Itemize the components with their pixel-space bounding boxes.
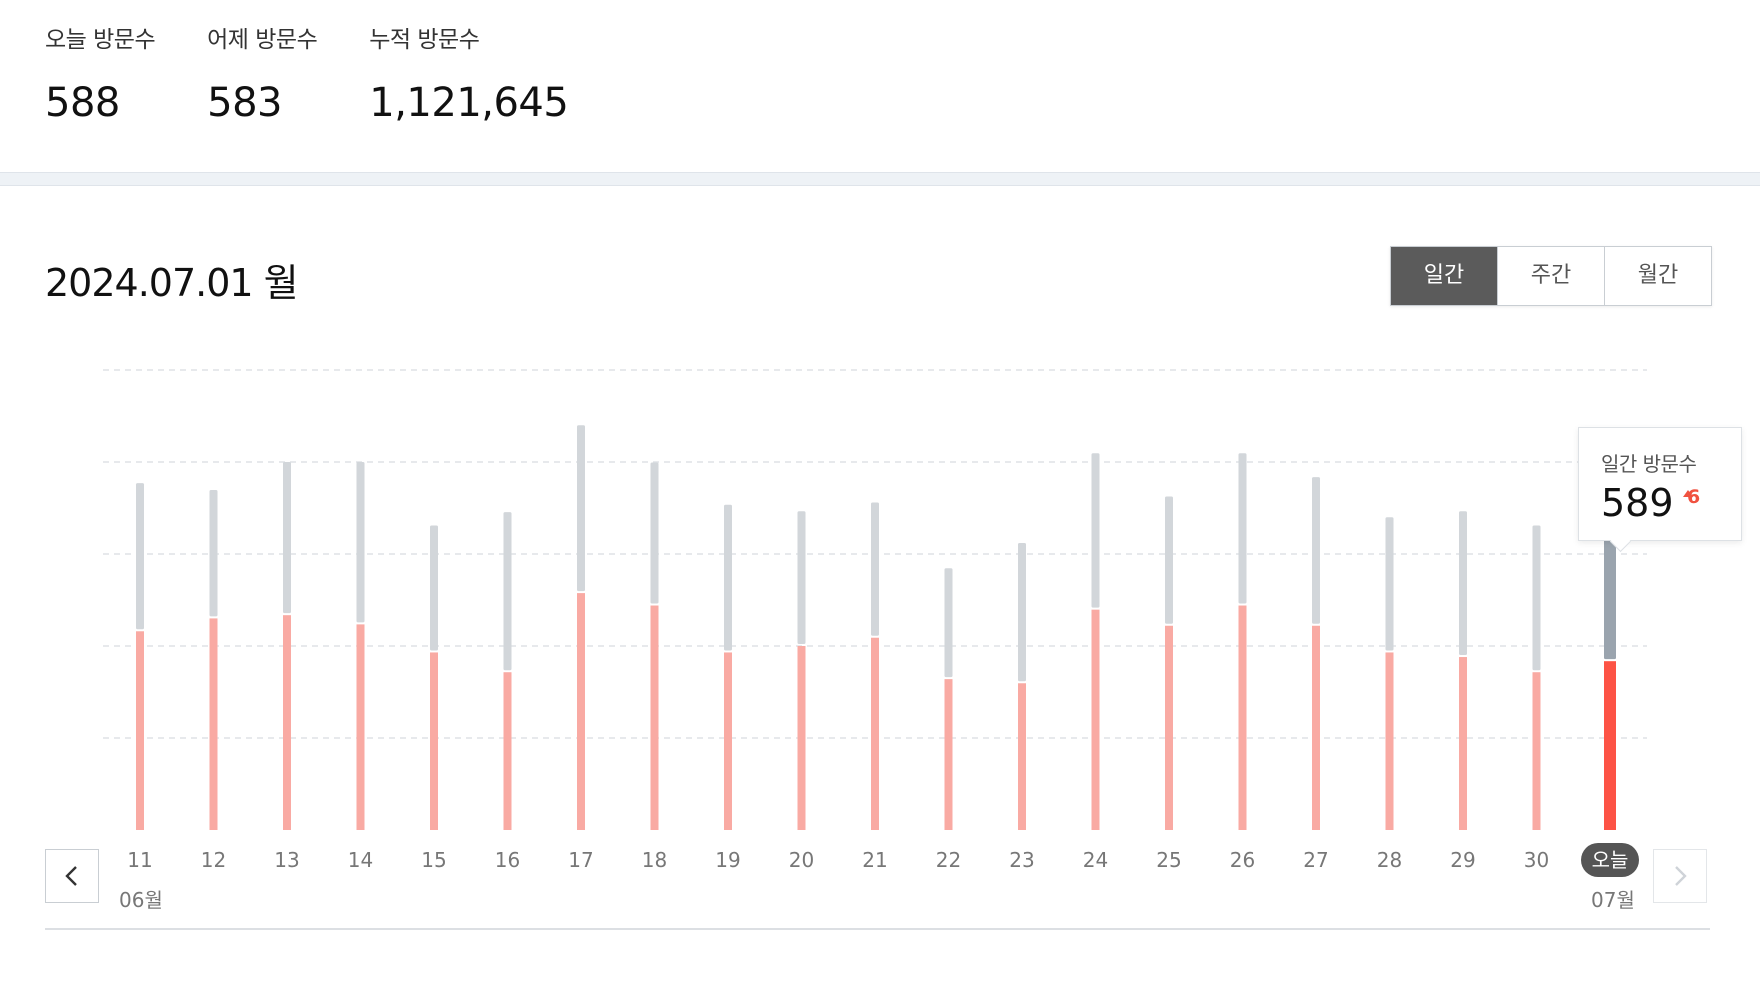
bar-visitors[interactable] — [797, 511, 806, 644]
stats-summary: 오늘 방문수 588 어제 방문수 583 누적 방문수 1,121,645 — [45, 24, 569, 127]
bar-visitors[interactable] — [871, 502, 879, 636]
bar-visitors[interactable] — [430, 525, 438, 651]
bar-page-views[interactable] — [1385, 652, 1394, 830]
bar-visitors[interactable] — [283, 462, 291, 614]
tab-daily[interactable]: 일간 — [1391, 247, 1497, 305]
bar-visitors[interactable] — [136, 483, 144, 630]
tooltip-label: 일간 방문수 — [1601, 452, 1697, 476]
x-tick-label[interactable]: 오늘 — [1592, 848, 1629, 872]
tooltip-change: 6 — [1687, 486, 1701, 508]
bar-page-views[interactable] — [577, 593, 585, 830]
yesterday-visits-stat: 어제 방문수 583 — [207, 24, 318, 127]
month-label-end: 07월 — [1591, 888, 1635, 912]
section-divider — [0, 172, 1760, 186]
bar-page-views[interactable] — [1238, 605, 1247, 830]
x-tick-label[interactable]: 15 — [421, 848, 446, 872]
bar-page-views[interactable] — [1532, 672, 1541, 830]
x-tick-label[interactable]: 18 — [642, 848, 667, 872]
x-tick-label[interactable]: 12 — [201, 848, 226, 872]
x-tick-label[interactable]: 13 — [274, 848, 299, 872]
x-tick-label[interactable]: 19 — [715, 848, 740, 872]
bar-page-views[interactable] — [944, 679, 953, 830]
bar-page-views[interactable] — [871, 637, 879, 830]
x-tick-label[interactable]: 23 — [1009, 848, 1034, 872]
x-tick-label[interactable]: 16 — [495, 848, 520, 872]
bar-visitors[interactable] — [577, 425, 585, 592]
bar-page-views[interactable] — [430, 652, 438, 830]
bar-page-views[interactable] — [136, 631, 144, 830]
x-tick-label[interactable]: 14 — [348, 848, 373, 872]
x-tick-label[interactable]: 25 — [1156, 848, 1181, 872]
stat-value: 1,121,645 — [369, 80, 569, 126]
bar-page-views[interactable] — [1018, 683, 1026, 830]
bar-visitors[interactable] — [1018, 542, 1026, 682]
bar-page-views[interactable] — [356, 624, 365, 830]
x-tick-label[interactable]: 21 — [862, 848, 887, 872]
bar-visitors[interactable] — [209, 490, 218, 617]
stat-value: 583 — [207, 80, 282, 126]
bar-page-views[interactable] — [1312, 625, 1320, 830]
bar-visitors[interactable] — [724, 504, 732, 651]
daily-visits-chart: 11 12 13 14 15 16 17 18 19 20 21 22 23 24 25 26 27 28 29 30… — [103, 369, 1647, 877]
x-tick-label[interactable]: 28 — [1377, 848, 1402, 872]
bar-page-views[interactable] — [1091, 609, 1100, 830]
x-tick-label[interactable]: 20 — [789, 848, 814, 872]
bar-page-views[interactable] — [1604, 661, 1616, 830]
stat-value: 588 — [45, 80, 120, 126]
bar-page-views[interactable] — [1165, 625, 1173, 830]
selected-date-title: 2024.07.01 월 — [45, 261, 299, 305]
daily-visits-tooltip: 일간 방문수 589 6 — [1578, 427, 1742, 541]
x-tick-label[interactable]: 17 — [568, 848, 593, 872]
tooltip-value: 589 — [1601, 481, 1674, 525]
bar-visitors[interactable] — [1459, 511, 1467, 656]
bar-visitors[interactable] — [1385, 517, 1394, 651]
next-period-button[interactable] — [1653, 849, 1707, 903]
chevron-left-icon — [65, 866, 77, 886]
chevron-right-icon — [1675, 866, 1687, 886]
bar-visitors[interactable] — [944, 568, 953, 678]
total-visits-stat: 누적 방문수 1,121,645 — [369, 24, 569, 127]
stat-label: 어제 방문수 — [207, 27, 318, 53]
bar-visitors[interactable] — [1091, 453, 1100, 608]
bar-page-views[interactable] — [283, 615, 291, 830]
bar-page-views[interactable] — [724, 652, 732, 830]
bar-visitors[interactable] — [1238, 453, 1247, 604]
x-tick-label[interactable]: 27 — [1303, 848, 1328, 872]
prev-period-button[interactable] — [45, 849, 99, 903]
x-tick-label[interactable]: 24 — [1083, 848, 1108, 872]
tab-weekly[interactable]: 주간 — [1497, 247, 1604, 305]
bar-page-views[interactable] — [503, 672, 512, 830]
x-tick-label[interactable]: 29 — [1450, 848, 1475, 872]
tab-monthly[interactable]: 월간 — [1604, 247, 1711, 305]
bar-visitors[interactable] — [356, 462, 365, 623]
bar-page-views[interactable] — [1459, 657, 1467, 830]
bar-visitors[interactable] — [1165, 496, 1173, 624]
bar-page-views[interactable] — [209, 618, 218, 830]
period-toggle: 일간 주간 월간 — [1390, 246, 1712, 306]
bar-page-views[interactable] — [797, 646, 806, 830]
x-tick-label[interactable]: 26 — [1230, 848, 1255, 872]
bar-visitors[interactable] — [1312, 477, 1320, 624]
bar-visitors[interactable] — [650, 462, 659, 604]
bar-page-views[interactable] — [650, 605, 659, 830]
month-label-start: 06월 — [119, 888, 163, 912]
bar-visitors[interactable] — [503, 512, 512, 671]
stat-label: 누적 방문수 — [369, 27, 480, 53]
x-tick-label[interactable]: 22 — [936, 848, 961, 872]
today-visits-stat: 오늘 방문수 588 — [45, 24, 156, 127]
stat-label: 오늘 방문수 — [45, 27, 156, 53]
bar-visitors[interactable] — [1532, 525, 1541, 671]
x-tick-label[interactable]: 30 — [1524, 848, 1549, 872]
x-tick-label[interactable]: 11 — [127, 848, 152, 872]
bottom-divider — [45, 928, 1710, 930]
